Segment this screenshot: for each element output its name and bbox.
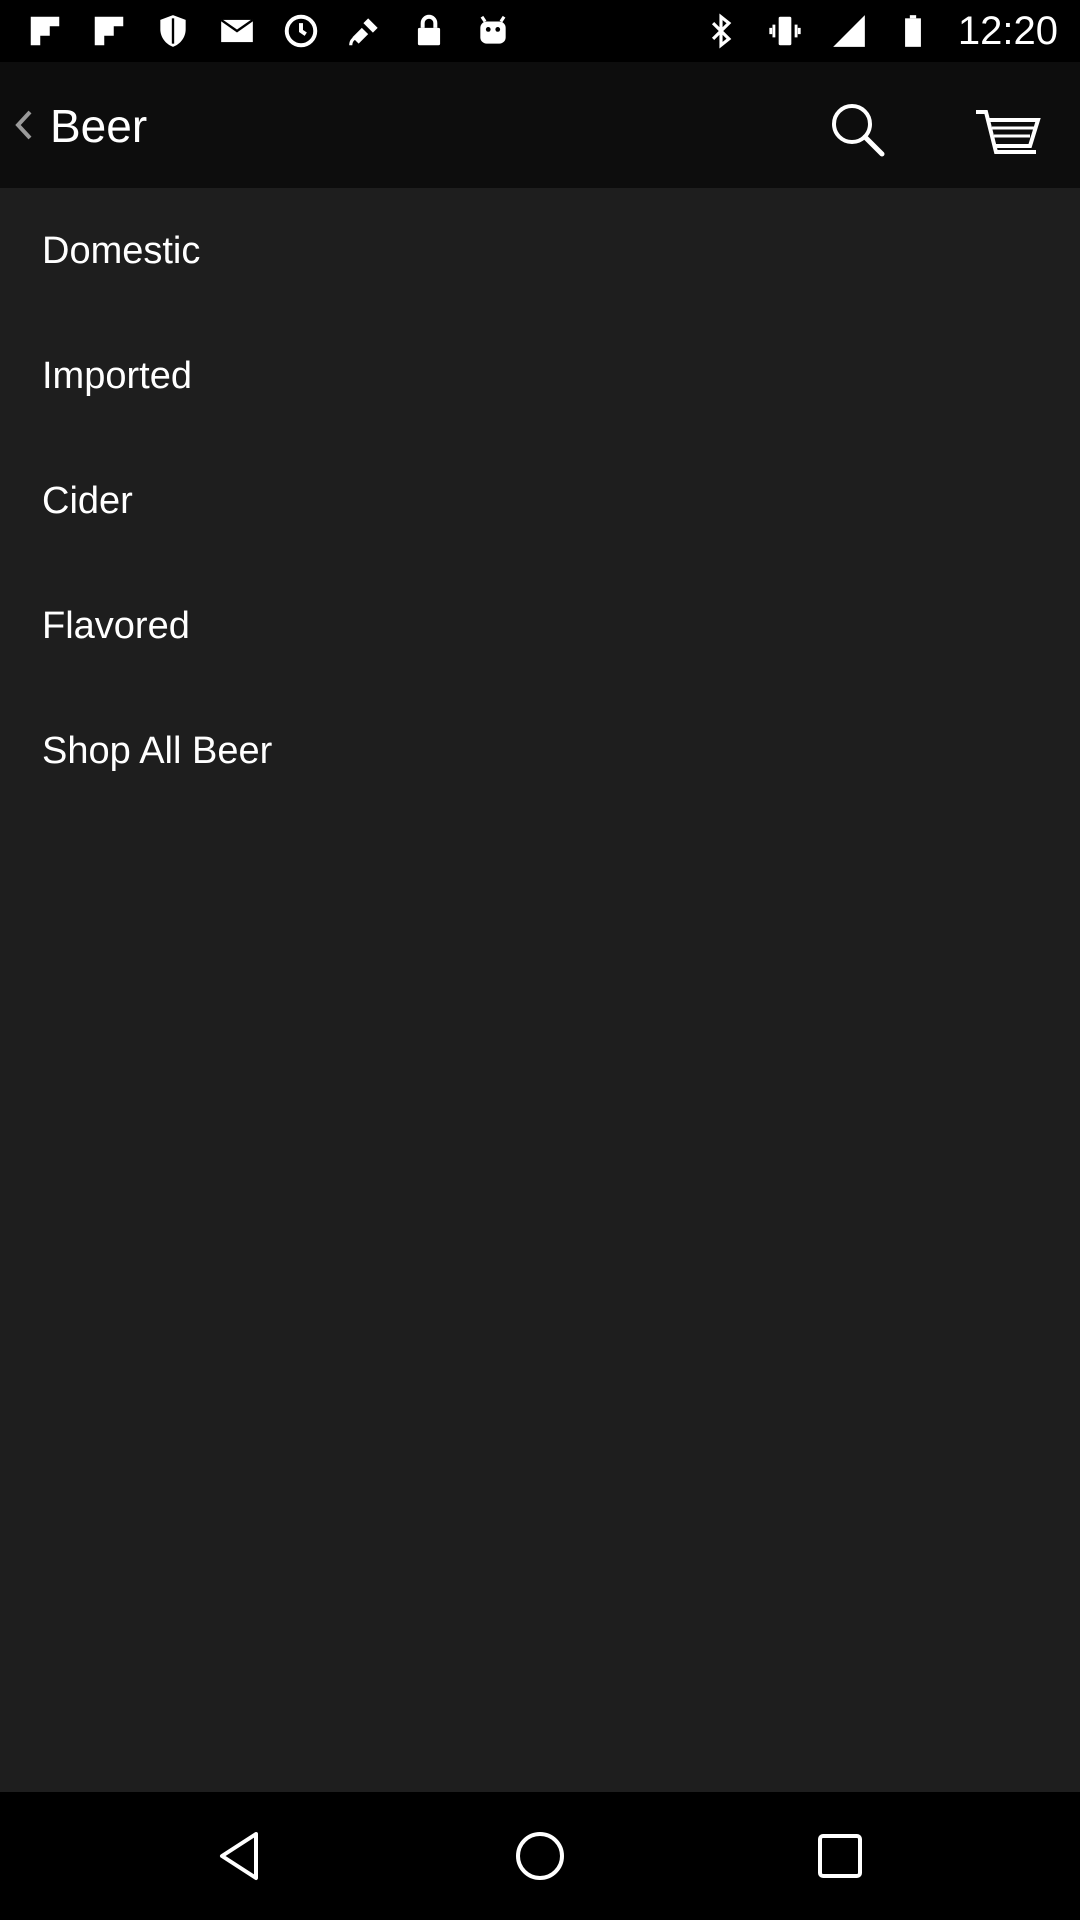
status-bar-system: 12:20: [702, 6, 1058, 56]
cart-icon[interactable]: [972, 104, 1044, 164]
lock-icon: [410, 12, 448, 50]
list-item-label: Imported: [42, 354, 192, 397]
status-clock: 12:20: [957, 9, 1058, 53]
list-item-label: Cider: [42, 479, 133, 522]
recent-apps-square-icon[interactable]: [810, 1826, 870, 1886]
back-chevron-icon[interactable]: [8, 100, 38, 150]
list-item-flavored[interactable]: Flavored: [0, 563, 1080, 688]
flipboard-icon: [90, 12, 128, 50]
shield-icon: [154, 12, 192, 50]
list-item-imported[interactable]: Imported: [0, 313, 1080, 438]
page-title[interactable]: Beer: [50, 98, 147, 154]
battery-icon: [894, 12, 932, 50]
search-icon[interactable]: [826, 98, 890, 162]
clock-icon: [282, 12, 320, 50]
list-item-domestic[interactable]: Domestic: [0, 188, 1080, 313]
bluetooth-icon: [702, 12, 740, 50]
satellite-fake-gps-icon: [346, 12, 384, 50]
mail-icon: [218, 12, 256, 50]
home-circle-icon[interactable]: [510, 1826, 570, 1886]
flipboard-icon: [26, 12, 64, 50]
list-item-label: Domestic: [42, 229, 201, 272]
signal-icon: [830, 12, 868, 50]
list-item-label: Flavored: [42, 604, 190, 647]
category-list-panel: Domestic Imported Cider Flavored Shop Al…: [0, 188, 1080, 1792]
status-bar: 12:20: [0, 0, 1080, 62]
list-item-label: Shop All Beer: [42, 729, 273, 772]
category-list: Domestic Imported Cider Flavored Shop Al…: [0, 188, 1080, 813]
back-triangle-icon[interactable]: [210, 1826, 270, 1886]
list-item-cider[interactable]: Cider: [0, 438, 1080, 563]
system-nav-bar: [0, 1792, 1080, 1920]
android-icon: [474, 12, 512, 50]
status-bar-notifications: [26, 12, 512, 50]
app-bar: Beer: [0, 62, 1080, 188]
list-item-shop-all-beer[interactable]: Shop All Beer: [0, 688, 1080, 813]
vibrate-icon: [766, 12, 804, 50]
